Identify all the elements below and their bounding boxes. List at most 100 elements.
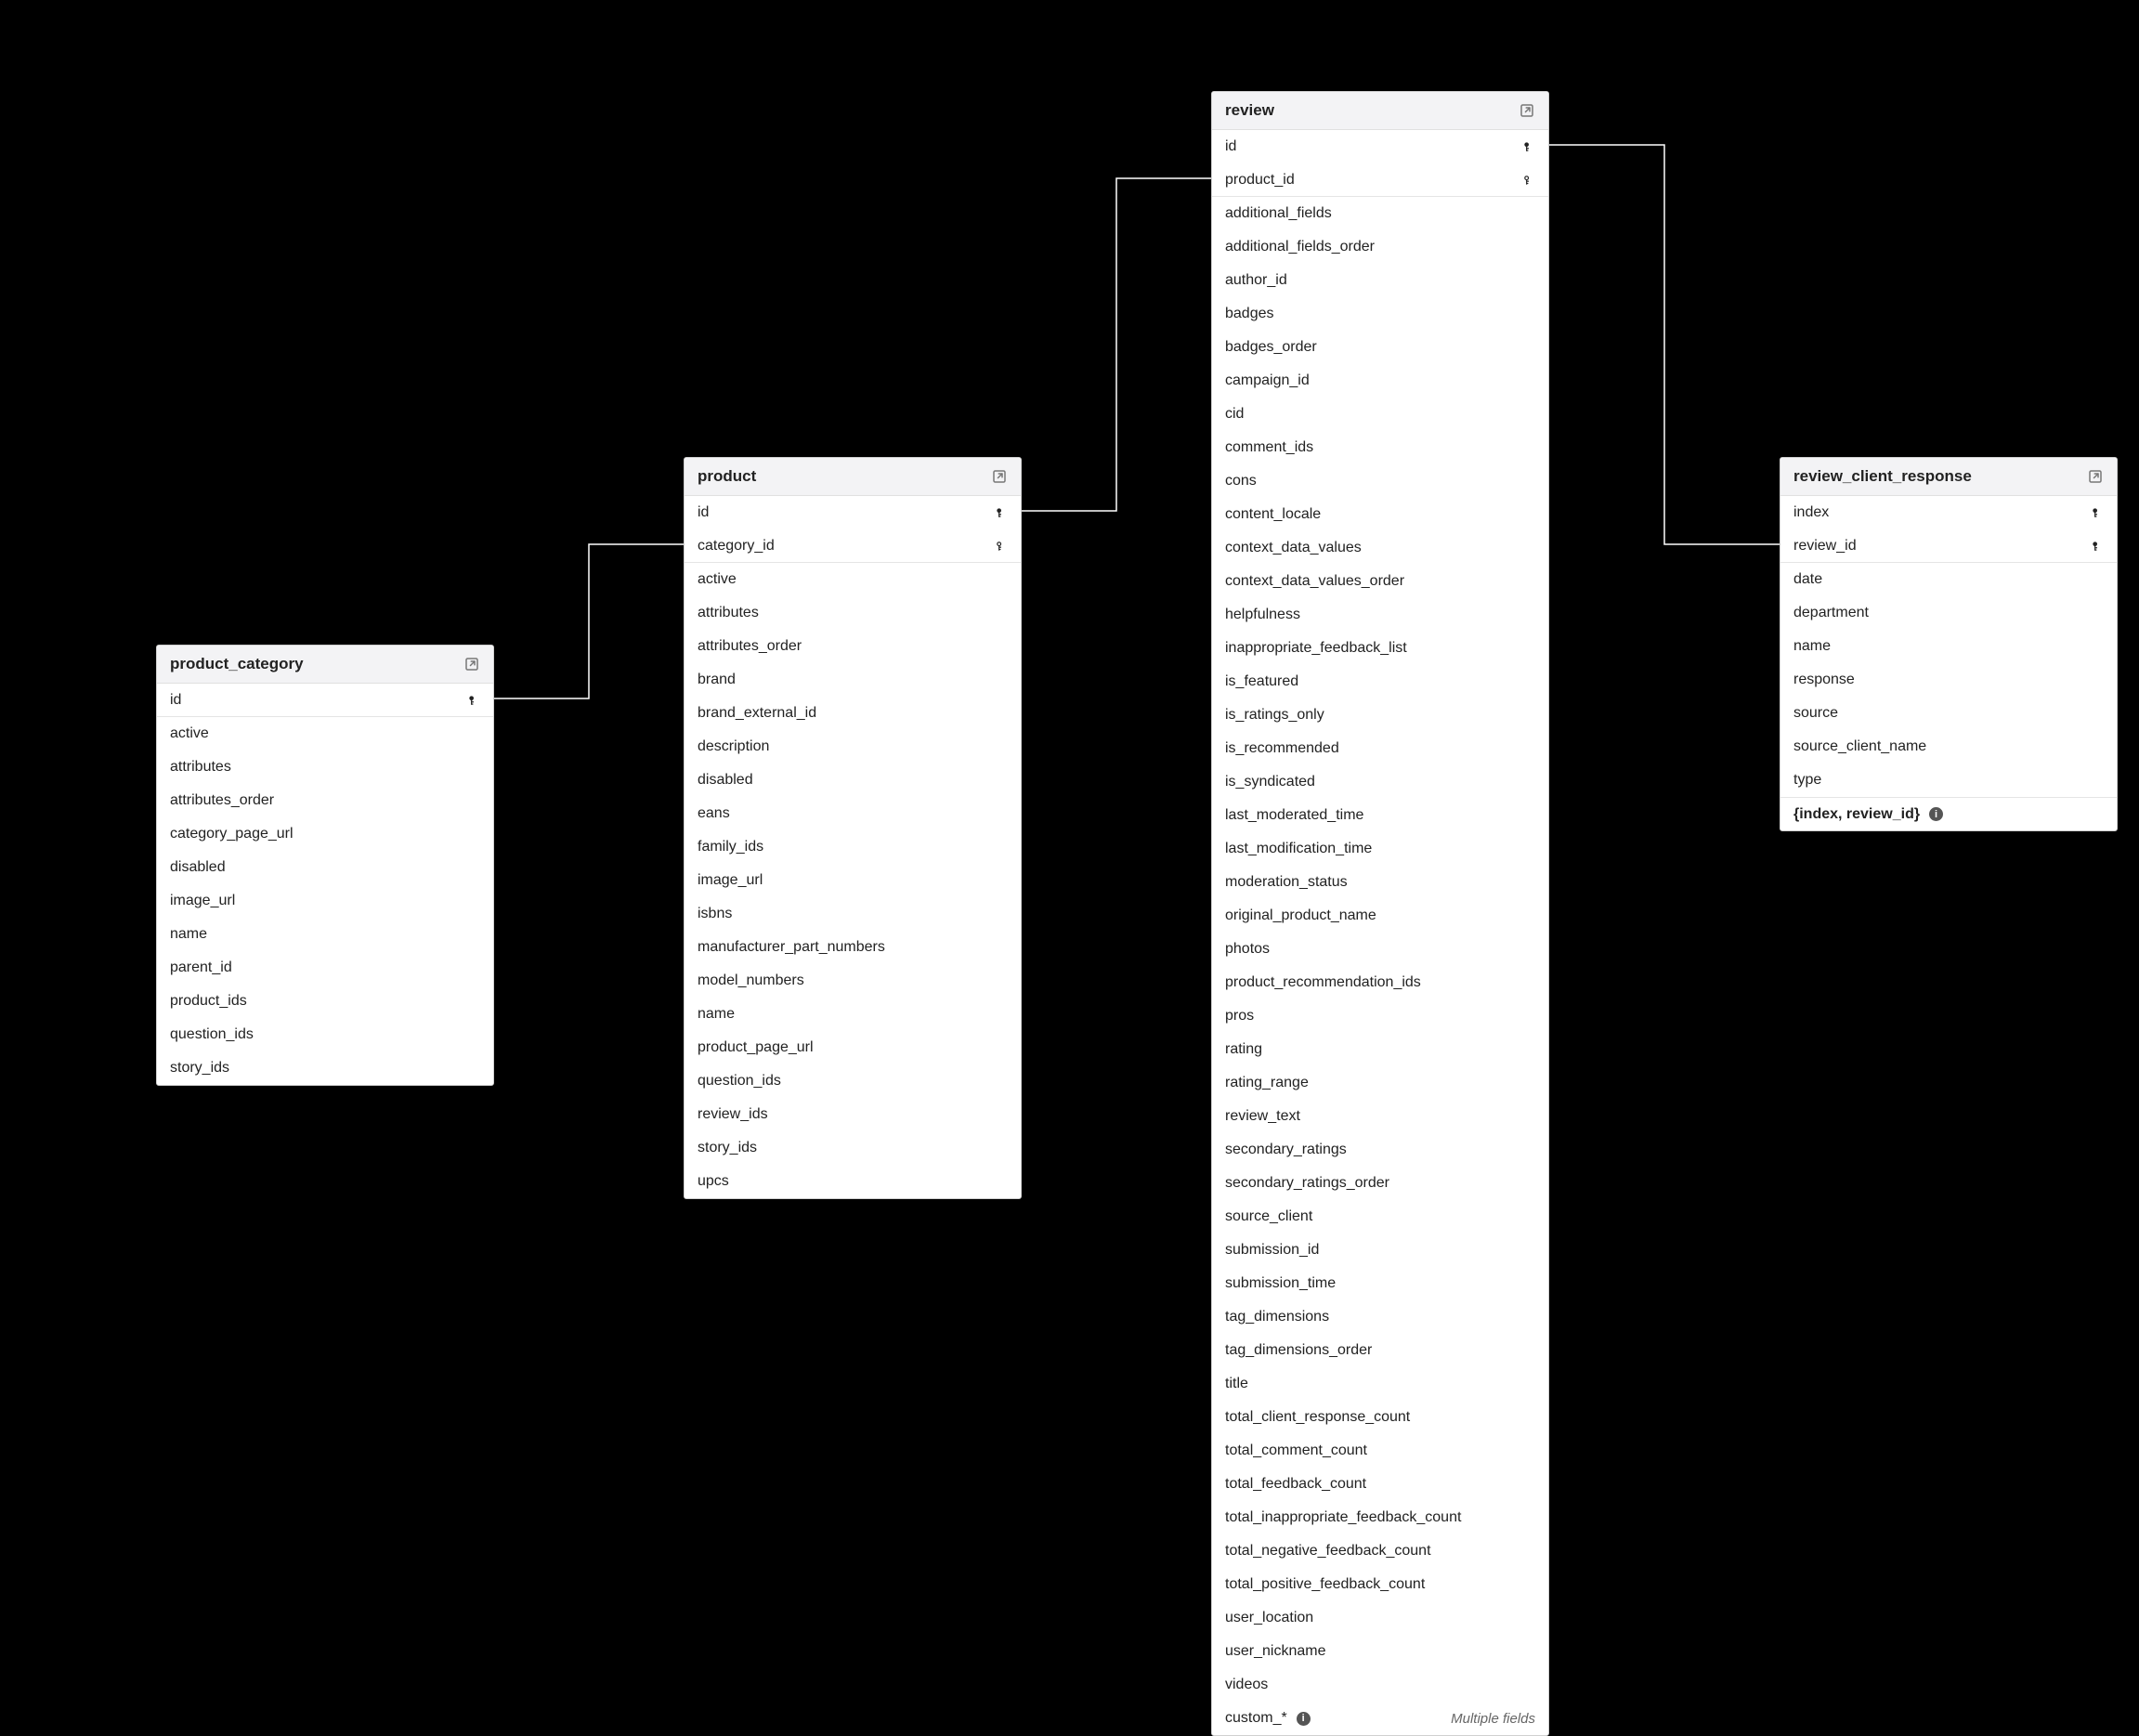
- field-row[interactable]: context_data_values_order: [1212, 565, 1548, 598]
- field-row[interactable]: review_ids: [685, 1098, 1021, 1131]
- table-header[interactable]: product: [685, 458, 1021, 496]
- table-review[interactable]: reviewidproduct_idadditional_fieldsaddit…: [1211, 91, 1549, 1736]
- field-row[interactable]: is_syndicated: [1212, 765, 1548, 799]
- field-row[interactable]: source_client: [1212, 1200, 1548, 1233]
- field-row[interactable]: submission_id: [1212, 1233, 1548, 1267]
- field-row[interactable]: disabled: [157, 851, 493, 884]
- field-row[interactable]: badges_order: [1212, 331, 1548, 364]
- field-row[interactable]: id: [157, 684, 493, 717]
- field-row[interactable]: family_ids: [685, 830, 1021, 864]
- info-icon[interactable]: i: [1929, 807, 1943, 821]
- table-header[interactable]: review: [1212, 92, 1548, 130]
- field-row[interactable]: is_recommended: [1212, 732, 1548, 765]
- info-icon[interactable]: i: [1297, 1712, 1311, 1726]
- field-row[interactable]: product_ids: [157, 985, 493, 1018]
- field-row[interactable]: story_ids: [157, 1051, 493, 1085]
- field-row[interactable]: category_page_url: [157, 817, 493, 851]
- field-row[interactable]: additional_fields_order: [1212, 230, 1548, 264]
- field-row[interactable]: review_text: [1212, 1100, 1548, 1133]
- field-row[interactable]: active: [685, 563, 1021, 596]
- field-row[interactable]: active: [157, 717, 493, 751]
- field-row[interactable]: moderation_status: [1212, 866, 1548, 899]
- field-row[interactable]: secondary_ratings: [1212, 1133, 1548, 1167]
- field-row[interactable]: content_locale: [1212, 498, 1548, 531]
- field-row[interactable]: additional_fields: [1212, 197, 1548, 230]
- field-row[interactable]: date: [1780, 563, 2117, 596]
- field-row[interactable]: disabled: [685, 764, 1021, 797]
- field-row[interactable]: comment_ids: [1212, 431, 1548, 464]
- field-row[interactable]: story_ids: [685, 1131, 1021, 1165]
- field-row[interactable]: index: [1780, 496, 2117, 529]
- field-row[interactable]: manufacturer_part_numbers: [685, 931, 1021, 964]
- field-row[interactable]: id: [685, 496, 1021, 529]
- field-row[interactable]: brand_external_id: [685, 697, 1021, 730]
- open-in-new-icon[interactable]: [991, 468, 1008, 485]
- field-row[interactable]: badges: [1212, 297, 1548, 331]
- field-row[interactable]: attributes_order: [157, 784, 493, 817]
- field-row[interactable]: image_url: [157, 884, 493, 918]
- field-row[interactable]: pros: [1212, 999, 1548, 1033]
- table-review_client_response[interactable]: review_client_responseindexreview_iddate…: [1780, 457, 2118, 831]
- field-row[interactable]: total_feedback_count: [1212, 1468, 1548, 1501]
- field-row[interactable]: type: [1780, 764, 2117, 797]
- field-row[interactable]: name: [685, 998, 1021, 1031]
- field-row[interactable]: model_numbers: [685, 964, 1021, 998]
- field-row[interactable]: last_modification_time: [1212, 832, 1548, 866]
- field-row[interactable]: cons: [1212, 464, 1548, 498]
- field-row[interactable]: product_recommendation_ids: [1212, 966, 1548, 999]
- field-row[interactable]: total_client_response_count: [1212, 1401, 1548, 1434]
- field-row[interactable]: attributes: [157, 751, 493, 784]
- field-row[interactable]: image_url: [685, 864, 1021, 897]
- field-row[interactable]: total_inappropriate_feedback_count: [1212, 1501, 1548, 1534]
- field-row[interactable]: campaign_id: [1212, 364, 1548, 398]
- field-row[interactable]: rating_range: [1212, 1066, 1548, 1100]
- field-row[interactable]: name: [157, 918, 493, 951]
- table-product_category[interactable]: product_categoryidactiveattributesattrib…: [156, 645, 494, 1086]
- field-row[interactable]: photos: [1212, 933, 1548, 966]
- field-row[interactable]: user_location: [1212, 1601, 1548, 1635]
- field-row[interactable]: helpfulness: [1212, 598, 1548, 632]
- field-row[interactable]: title: [1212, 1367, 1548, 1401]
- field-row[interactable]: cid: [1212, 398, 1548, 431]
- field-row[interactable]: description: [685, 730, 1021, 764]
- field-row[interactable]: original_product_name: [1212, 899, 1548, 933]
- field-row[interactable]: author_id: [1212, 264, 1548, 297]
- field-row[interactable]: source_client_name: [1780, 730, 2117, 764]
- field-row[interactable]: eans: [685, 797, 1021, 830]
- field-row[interactable]: inappropriate_feedback_list: [1212, 632, 1548, 665]
- field-row[interactable]: name: [1780, 630, 2117, 663]
- field-row[interactable]: question_ids: [685, 1064, 1021, 1098]
- open-in-new-icon[interactable]: [1519, 102, 1535, 119]
- field-row[interactable]: id: [1212, 130, 1548, 163]
- table-product[interactable]: productidcategory_idactiveattributesattr…: [684, 457, 1022, 1199]
- open-in-new-icon[interactable]: [463, 656, 480, 672]
- field-row[interactable]: product_id: [1212, 163, 1548, 197]
- field-row[interactable]: total_positive_feedback_count: [1212, 1568, 1548, 1601]
- field-row[interactable]: is_featured: [1212, 665, 1548, 698]
- field-row[interactable]: question_ids: [157, 1018, 493, 1051]
- open-in-new-icon[interactable]: [2087, 468, 2104, 485]
- field-row[interactable]: user_nickname: [1212, 1635, 1548, 1668]
- field-row[interactable]: last_moderated_time: [1212, 799, 1548, 832]
- field-row[interactable]: brand: [685, 663, 1021, 697]
- field-row[interactable]: custom_*iMultiple fields: [1212, 1702, 1548, 1735]
- field-row[interactable]: tag_dimensions_order: [1212, 1334, 1548, 1367]
- field-row[interactable]: attributes: [685, 596, 1021, 630]
- field-row[interactable]: source: [1780, 697, 2117, 730]
- table-header[interactable]: product_category: [157, 646, 493, 684]
- field-row[interactable]: is_ratings_only: [1212, 698, 1548, 732]
- field-row[interactable]: total_comment_count: [1212, 1434, 1548, 1468]
- field-row[interactable]: review_id: [1780, 529, 2117, 563]
- field-row[interactable]: parent_id: [157, 951, 493, 985]
- field-row[interactable]: product_page_url: [685, 1031, 1021, 1064]
- field-row[interactable]: rating: [1212, 1033, 1548, 1066]
- field-row[interactable]: attributes_order: [685, 630, 1021, 663]
- field-row[interactable]: tag_dimensions: [1212, 1300, 1548, 1334]
- field-row[interactable]: response: [1780, 663, 2117, 697]
- field-row[interactable]: isbns: [685, 897, 1021, 931]
- table-header[interactable]: review_client_response: [1780, 458, 2117, 496]
- field-row[interactable]: upcs: [685, 1165, 1021, 1198]
- field-row[interactable]: {index, review_id}i: [1780, 797, 2117, 830]
- field-row[interactable]: secondary_ratings_order: [1212, 1167, 1548, 1200]
- field-row[interactable]: context_data_values: [1212, 531, 1548, 565]
